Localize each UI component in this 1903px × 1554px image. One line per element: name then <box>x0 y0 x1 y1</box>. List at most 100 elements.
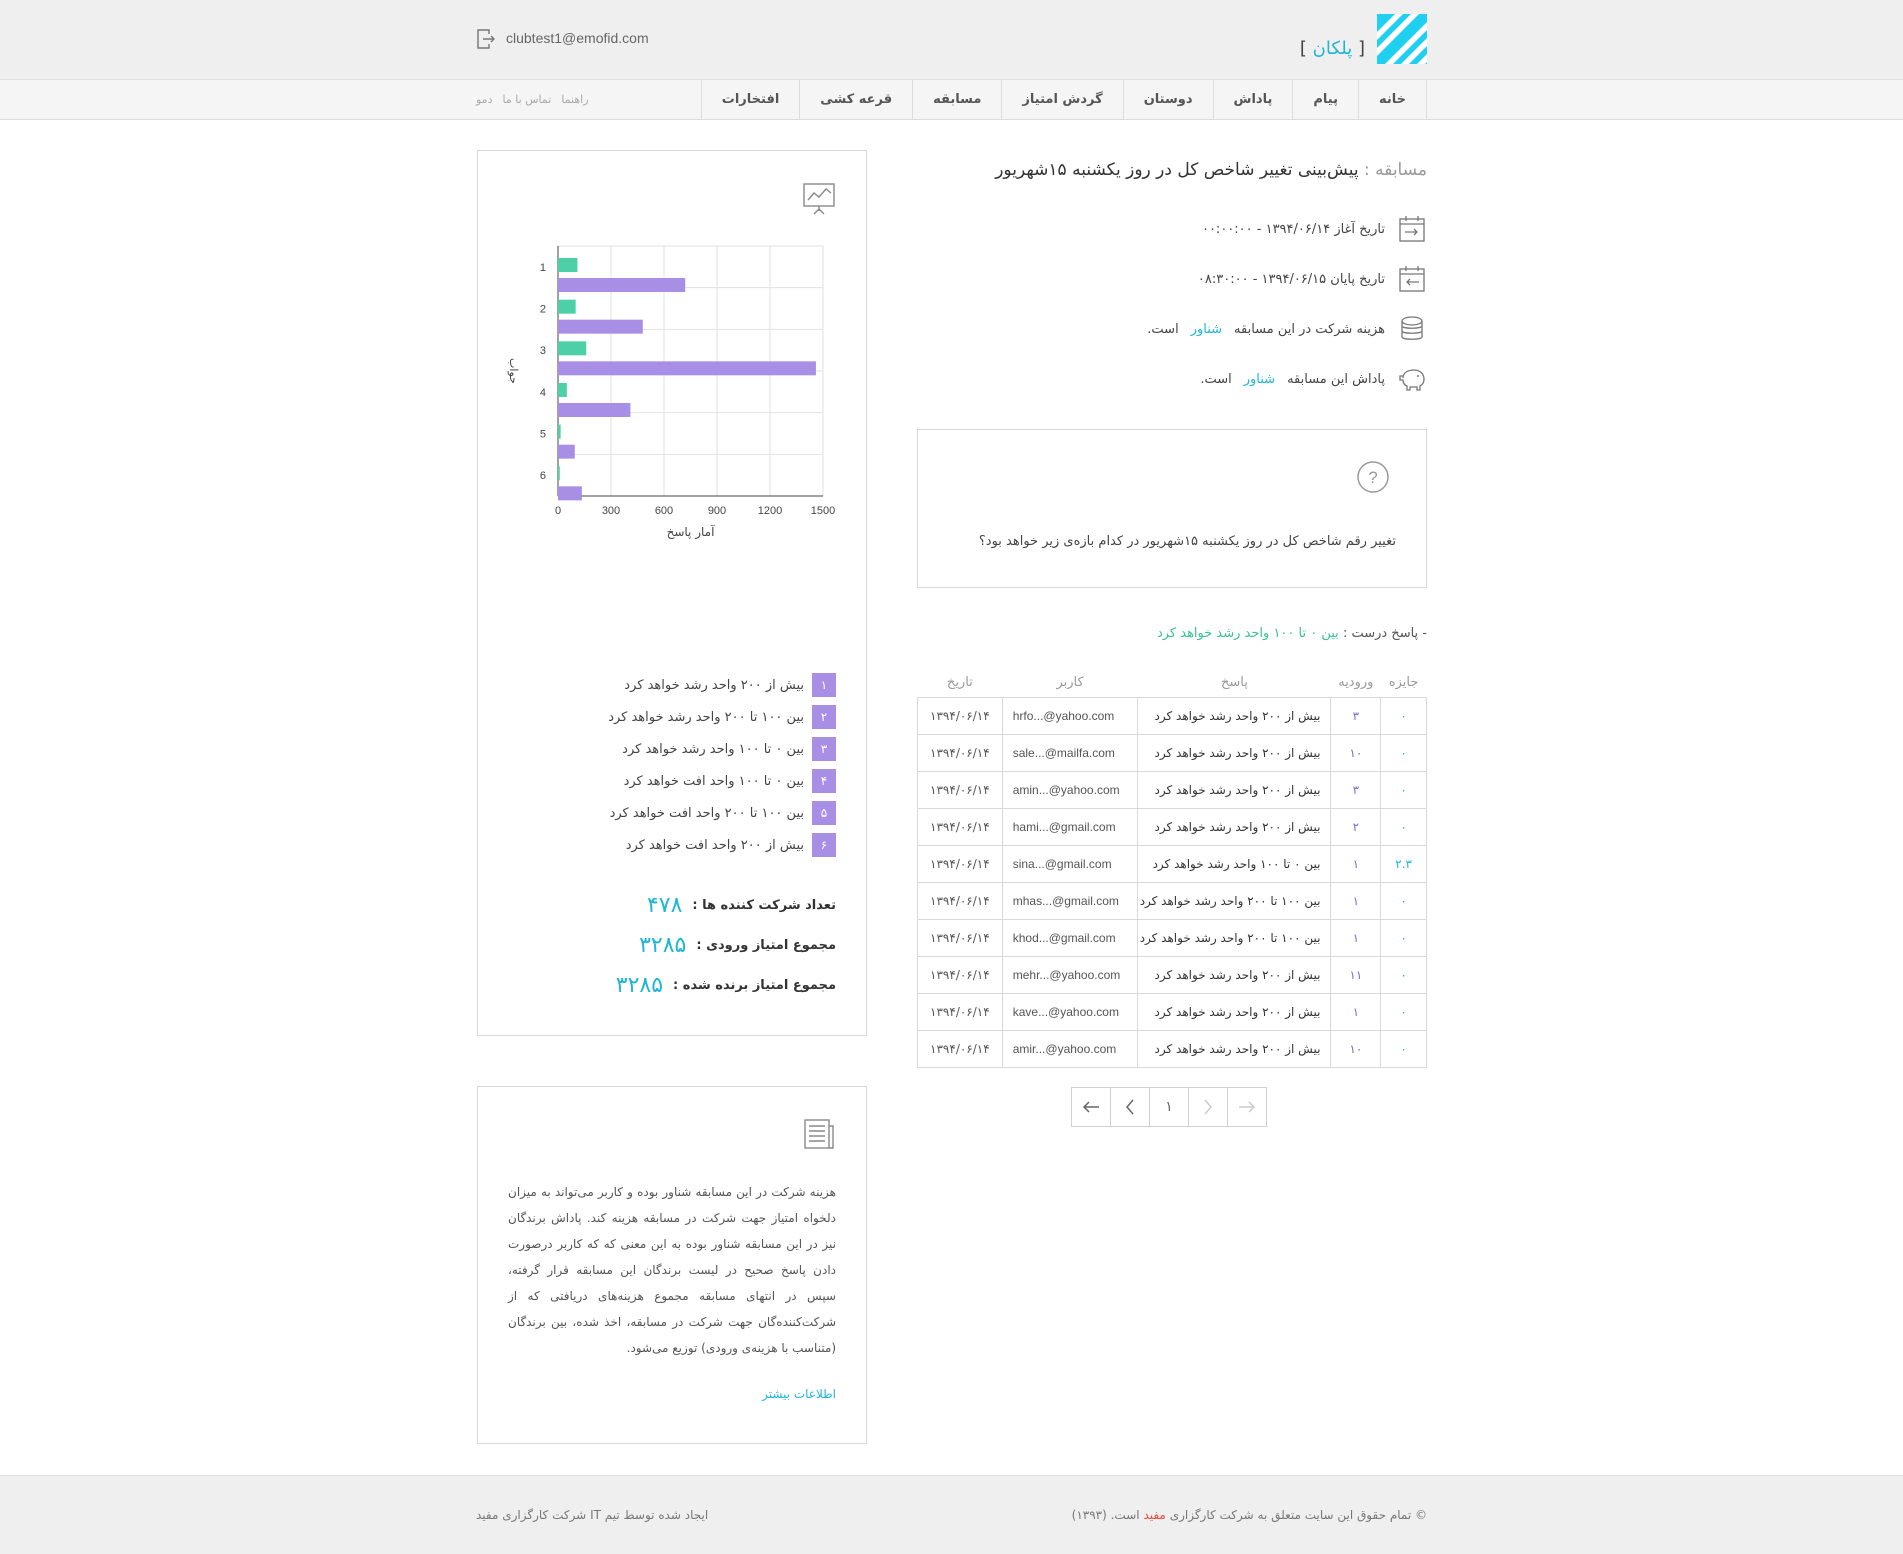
entry-sum-stat: مجموع امتیاز ورودی : ۳۲۸۵ <box>639 933 836 958</box>
page-current[interactable]: ۱ <box>1149 1087 1189 1127</box>
date-cell: ۱۳۹۴/۰۶/۱۴ <box>917 1029 1003 1068</box>
legend-item: ۱ بیش از ۲۰۰ واحد رشد خواهد کرد <box>608 669 836 701</box>
won-sum-label: مجموع امتیاز برنده شده : <box>673 978 836 993</box>
nav-item-rewards[interactable]: پاداش <box>1214 80 1294 120</box>
answer-cell: بیش از ۲۰۰ واحد رشد خواهد کرد <box>1137 733 1332 772</box>
table-row: ۰ ۲ بیش از ۲۰۰ واحد رشد خواهد کرد hami...@g… <box>917 807 1427 846</box>
info-box: هزینه شرکت در این مسابقه شناور بوده و کا… <box>477 1086 867 1444</box>
table-row: ۰ ۳ بیش از ۲۰۰ واحد رشد خواهد کرد amin...@y… <box>917 770 1427 809</box>
legend-item: ۵ بین ۱۰۰ تا ۲۰۰ واحد افت خواهد کرد <box>608 797 836 829</box>
chevron-right-icon <box>1204 1099 1212 1115</box>
bar-series-1 <box>558 424 561 439</box>
answer-cell: بیش از ۲۰۰ واحد رشد خواهد کرد <box>1137 696 1332 735</box>
last-page-button[interactable] <box>1227 1087 1267 1127</box>
participants-stat: تعداد شرکت کننده ها : ۴۷۸ <box>647 893 836 918</box>
date-cell: ۱۳۹۴/۰۶/۱۴ <box>917 881 1003 920</box>
bar-series-1 <box>558 466 560 481</box>
copyright-prefix: © تمام حقوق این سایت متعلق به شرکت کارگز… <box>1169 1508 1427 1522</box>
user-email: clubtest1@emofid.com <box>506 30 649 46</box>
logo-icon[interactable] <box>1377 14 1427 64</box>
entry-cell: ۱ <box>1330 881 1382 920</box>
nav-item-contact[interactable]: تماس با ما <box>502 80 551 120</box>
prev-page-button[interactable] <box>1110 1087 1150 1127</box>
answer-cell: بیش از ۲۰۰ واحد رشد خواهد کرد <box>1137 1029 1332 1068</box>
info-text: هزینه شرکت در این مسابقه شناور بوده و کا… <box>508 1185 836 1355</box>
nav-item-friends[interactable]: دوستان <box>1124 80 1214 120</box>
correct-answer-value: بین ۰ تا ۱۰۰ واحد رشد خواهد کرد <box>1156 626 1339 641</box>
user-cell: mehr...@yahoo.com <box>1001 955 1139 994</box>
y-tick-label: 5 <box>540 429 546 441</box>
table-row: ۰ ۱ بیش از ۲۰۰ واحد رشد خواهد کرد kave...@y… <box>917 992 1427 1031</box>
answers-table: جایزه ورودیه پاسخ کاربر تاریخ ۰ ۳ بیش از ۲… <box>917 669 1427 1068</box>
nav-item-help[interactable]: راهنما <box>561 80 588 120</box>
nav-aux: دمو تماس با ما راهنما <box>476 80 589 120</box>
col-answer: پاسخ <box>1221 675 1248 691</box>
x-tick-label: 1200 <box>758 505 782 517</box>
answer-cell: بیش از ۲۰۰ واحد رشد خواهد کرد <box>1137 992 1332 1031</box>
legend-number: ۳ <box>812 737 836 761</box>
nav-item-contest[interactable]: مسابقه <box>913 80 1003 120</box>
end-date: تاریخ پایان ۱۳۹۴/۰۶/۱۵ - ۰۸:۳۰:۰۰ <box>1197 271 1385 287</box>
table-row: ۰ ۱۰ بیش از ۲۰۰ واحد رشد خواهد کرد sale...@… <box>917 733 1427 772</box>
legend-text: بین ۰ تا ۱۰۰ واحد رشد خواهد کرد <box>622 741 804 757</box>
cost-prefix: هزینه شرکت در این مسابقه <box>1234 321 1385 337</box>
question-text: تغییر رقم شاخص کل در روز یکشنبه ۱۵شهریور… <box>978 534 1396 549</box>
cost-value: شناور <box>1190 321 1223 337</box>
next-page-button[interactable] <box>1188 1087 1228 1127</box>
nav-item-lottery[interactable]: قرعه کشی <box>800 80 914 120</box>
nav-item-demo[interactable]: دمو <box>476 80 492 120</box>
col-user: کاربر <box>1056 675 1084 691</box>
entry-cell: ۱۱ <box>1330 955 1382 994</box>
y-tick-label: 3 <box>540 345 546 357</box>
prize-value: شناور <box>1243 371 1276 387</box>
brand-link[interactable]: مفید <box>1143 1508 1165 1522</box>
entry-sum-label: مجموع امتیاز ورودی : <box>696 938 836 953</box>
legend-number: ۲ <box>812 705 836 729</box>
header: [ پلکان ] clubtest1@emofid.com <box>0 0 1903 80</box>
entry-cell: ۱ <box>1330 992 1382 1031</box>
logo-text[interactable]: [ پلکان ] <box>1300 38 1365 59</box>
nav-item-messages[interactable]: پیام <box>1293 80 1359 120</box>
entry-sum-value: ۳۲۸۵ <box>639 933 687 958</box>
prize-cell: ۰ <box>1380 955 1427 994</box>
user-cell: kave...@yahoo.com <box>1001 992 1139 1031</box>
y-tick-label: 4 <box>540 387 546 399</box>
correct-answer-label: - پاسخ درست : <box>1342 626 1427 641</box>
prize-cell: ۰ <box>1380 807 1427 846</box>
stats-box: 0 300 600 900 1200 1500 1 2 3 4 5 6 آمار پاسخ جواب ۱ب… <box>477 150 867 1036</box>
svg-text:?: ? <box>1368 468 1377 487</box>
answer-cell: بیش از ۲۰۰ واحد رشد خواهد کرد <box>1137 955 1332 994</box>
cost-suffix: است. <box>1147 321 1179 337</box>
won-sum-value: ۳۲۸۵ <box>615 973 664 998</box>
entry-cell: ۱ <box>1330 918 1382 957</box>
legend-number: ۵ <box>812 801 836 825</box>
date-cell: ۱۳۹۴/۰۶/۱۴ <box>917 733 1003 772</box>
user-cell: hami...@gmail.com <box>1001 807 1139 846</box>
col-date: تاریخ <box>946 675 973 691</box>
legend-text: بین ۱۰۰ تا ۲۰۰ واحد رشد خواهد کرد <box>608 709 804 725</box>
logout-icon[interactable] <box>476 28 496 50</box>
table-row: ۰ ۱ بین ۱۰۰ تا ۲۰۰ واحد رشد خواهد کرد khod.… <box>917 918 1427 957</box>
bar-series-1 <box>558 258 578 272</box>
answer-cell: بین ۰ تا ۱۰۰ واحد رشد خواهد کرد <box>1137 844 1332 883</box>
x-axis-label: آمار پاسخ <box>667 524 715 540</box>
legend-item: ۲ بین ۱۰۰ تا ۲۰۰ واحد رشد خواهد کرد <box>608 701 836 733</box>
title-label: مسابقه : <box>1363 160 1427 180</box>
more-info-link[interactable]: اطلاعات بیشتر <box>762 1387 836 1401</box>
nav-item-honors[interactable]: افتخارات <box>702 80 801 120</box>
first-page-button[interactable] <box>1071 1087 1111 1127</box>
prize-cell: ۰ <box>1380 881 1427 920</box>
arrow-right-icon <box>1239 1101 1256 1113</box>
nav-item-points-flow[interactable]: گردش امتیاز <box>1002 80 1124 120</box>
date-cell: ۱۳۹۴/۰۶/۱۴ <box>917 992 1003 1031</box>
x-tick-label: 300 <box>602 505 620 517</box>
table-row: ۰ ۳ بیش از ۲۰۰ واحد رشد خواهد کرد hrfo...@y… <box>917 696 1427 735</box>
nav-item-home[interactable]: خانه <box>1359 80 1427 120</box>
x-tick-label: 900 <box>708 505 726 517</box>
table-header-row: جایزه ورودیه پاسخ کاربر تاریخ <box>918 669 1427 697</box>
arrow-left-icon <box>1082 1101 1099 1113</box>
user-cell: sale...@mailfa.com <box>1001 733 1139 772</box>
answer-cell: بیش از ۲۰۰ واحد رشد خواهد کرد <box>1137 807 1332 846</box>
start-date: تاریخ آغاز ۱۳۹۴/۰۶/۱۴ - ۰۰:۰۰:۰۰ <box>1201 221 1385 237</box>
answers-body: ۰ ۳ بیش از ۲۰۰ واحد رشد خواهد کرد hrfo...@y… <box>917 696 1427 1068</box>
